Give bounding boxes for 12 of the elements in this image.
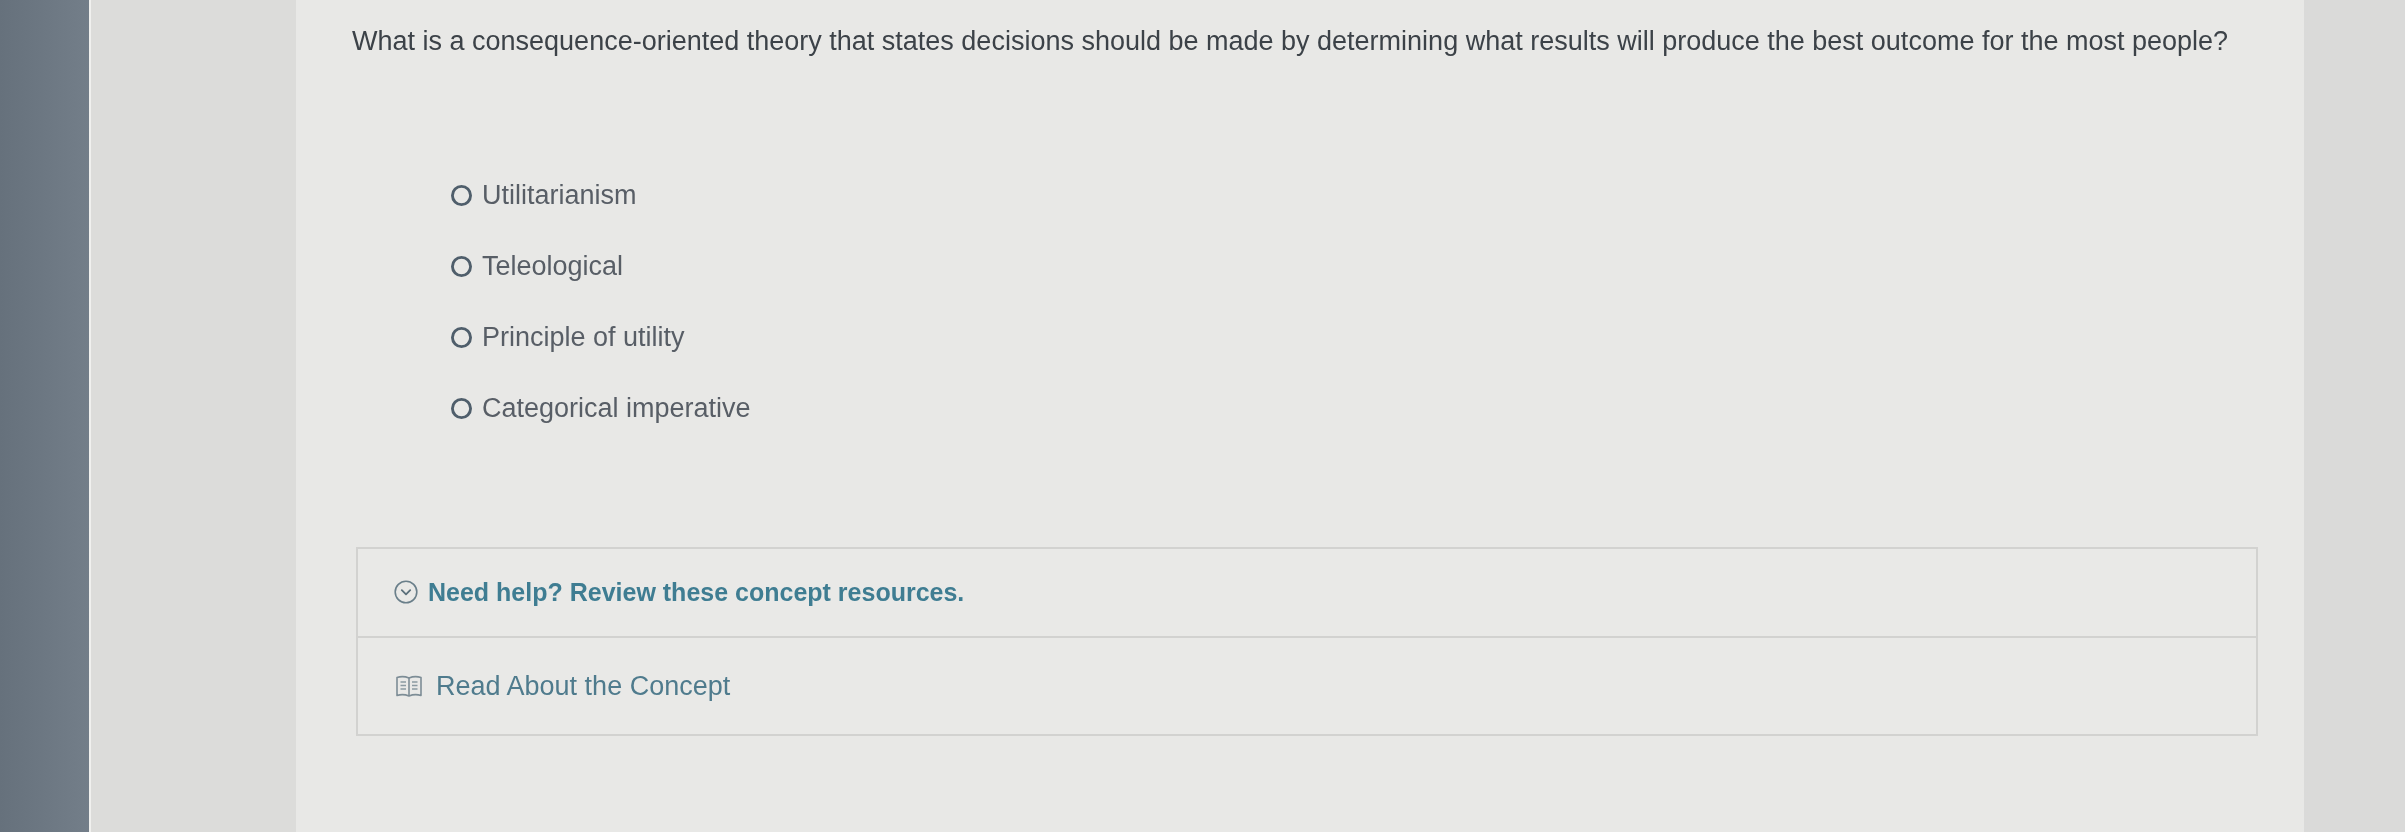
answer-option[interactable]: Utilitarianism xyxy=(451,178,637,212)
answer-option[interactable]: Categorical imperative xyxy=(451,391,751,425)
radio-icon[interactable] xyxy=(451,255,472,277)
question-text: What is a consequence-oriented theory that states decisions should be made by determining what results will produce the best outcome for the most people? xyxy=(352,25,2230,58)
radio-icon[interactable] xyxy=(451,326,472,348)
book-icon xyxy=(396,675,422,697)
help-toggle[interactable]: Need help? Review these concept resources. xyxy=(394,576,965,608)
concept-link[interactable]: Read About the Concept xyxy=(396,669,731,703)
answer-option[interactable]: Principle of utility xyxy=(451,320,685,354)
radio-icon[interactable] xyxy=(451,397,472,419)
answer-option[interactable]: Teleological xyxy=(451,249,624,283)
radio-icon[interactable] xyxy=(451,184,472,206)
